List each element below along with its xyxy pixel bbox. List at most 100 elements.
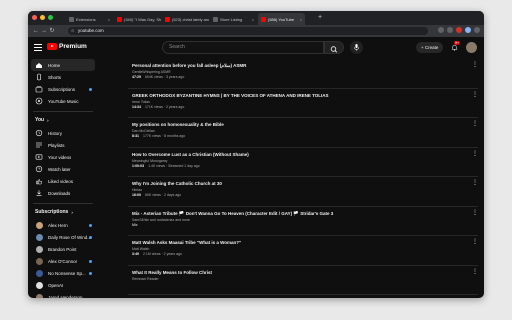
browser-tab[interactable]: (586) YouTube ×	[258, 13, 305, 25]
channel-name[interactable]: Remnant Reader	[132, 277, 474, 282]
video-title[interactable]: What It Really Means to Follow Christ	[132, 270, 457, 276]
channel-name: Alex O'Connor	[48, 258, 78, 264]
video-title[interactable]: GREEK ORTHODOX BYZANTINE HYMNS | BY THE …	[132, 93, 457, 99]
more-options-icon[interactable]: ⋮	[472, 239, 478, 245]
video-row[interactable]: Mix - Asterian Tribute 🏳️ Don't Wanna Go…	[128, 207, 478, 236]
video-row[interactable]: GREEK ORTHODOX BYZANTINE HYMNS | BY THE …	[128, 89, 478, 118]
video-title[interactable]: My positions on homosexuality & the Bibl…	[132, 122, 457, 128]
sidebar-item-label: Watch later	[48, 166, 71, 172]
tab-favicon-icon	[69, 16, 74, 22]
channel-name: Alex Hern	[48, 222, 68, 228]
subscription-channel-item[interactable]: Alex Hern	[31, 219, 95, 231]
video-meta: 16:00 60K views · 2 days ago	[132, 193, 474, 198]
tab-close-icon[interactable]: ×	[106, 17, 110, 22]
url-field[interactable]: ⊙ youtube.com	[68, 27, 428, 35]
view-count: 177K views	[143, 134, 161, 138]
extension-icon[interactable]	[456, 27, 462, 33]
more-options-icon[interactable]: ⋮	[472, 121, 478, 127]
more-options-icon[interactable]: ⋮	[472, 62, 478, 68]
account-avatar[interactable]	[466, 42, 477, 53]
search-input[interactable]: Search	[162, 41, 324, 54]
sidebar-item-label: Home	[48, 62, 61, 68]
sidebar-item-home[interactable]: Home	[31, 59, 95, 71]
video-title[interactable]: Personal attention before you fall aslee…	[132, 63, 457, 69]
new-tab-button[interactable]: +	[318, 14, 322, 22]
forward-icon[interactable]: →	[40, 25, 48, 37]
subscriptions-section-heading[interactable]: Subscriptions ›	[35, 208, 91, 216]
zoom-window-button[interactable]	[48, 15, 53, 20]
sidebar-item-subscriptions[interactable]: Subscriptions	[31, 83, 95, 95]
back-icon[interactable]: ←	[32, 25, 40, 37]
downloads-icon	[34, 188, 44, 198]
close-window-button[interactable]	[32, 15, 37, 20]
notifications-icon[interactable]	[451, 44, 458, 51]
more-options-icon[interactable]: ⋮	[472, 92, 478, 98]
subscription-channel-item[interactable]: OpenAI	[31, 279, 95, 291]
tab-close-icon[interactable]: ×	[298, 17, 302, 22]
channel-name: Brandon Point	[48, 246, 77, 252]
search-button[interactable]	[324, 41, 344, 54]
video-row[interactable]: How to Overcome Lust as a Christian (Wit…	[128, 148, 478, 177]
browser-tab[interactable]: (523) christ lately and gay rite...×	[162, 13, 209, 25]
youtube-header: Premium Search + Create 9+	[28, 37, 484, 59]
voice-search-button[interactable]	[350, 41, 363, 54]
browser-tab[interactable]: (340) "I Was Gay, She Was T...×	[114, 13, 161, 25]
subscription-channel-item[interactable]: Alex O'Connor	[31, 255, 95, 267]
video-duration: 8:31	[132, 134, 140, 138]
subscription-channel-item[interactable]: Brandon Point	[31, 243, 95, 255]
subscription-channel-item[interactable]: Jared Henderson	[31, 291, 95, 298]
tab-title: Extensions	[76, 16, 96, 22]
sidebar-item-playlists[interactable]: Playlists	[31, 139, 95, 151]
minimize-window-button[interactable]	[40, 15, 45, 20]
subscriptions-icon	[34, 84, 44, 94]
browser-menu-icon[interactable]	[474, 27, 480, 33]
sidebar-item-liked-videos[interactable]: Liked videos	[31, 175, 95, 187]
channel-avatar-image	[35, 245, 43, 253]
channel-avatar	[34, 292, 44, 298]
video-title[interactable]: How to Overcome Lust as a Christian (Wit…	[132, 152, 457, 158]
sidebar: Home Shorts Subscriptions YouTube Music You…	[28, 59, 98, 298]
video-row[interactable]: Matt Walsh Asks Maasai Tribe "What is a …	[128, 236, 478, 266]
create-button[interactable]: + Create	[416, 42, 444, 53]
video-row[interactable]: My positions on homosexuality & the Bibl…	[128, 118, 478, 148]
upload-age: 8 months ago	[164, 134, 186, 138]
tab-close-icon[interactable]: ×	[250, 17, 254, 22]
hamburger-menu-icon[interactable]	[34, 44, 42, 51]
sidebar-item-label: YouTube Music	[48, 98, 79, 104]
extension-icon[interactable]	[438, 27, 444, 33]
video-row[interactable]: Personal attention before you fall aslee…	[128, 59, 478, 89]
liked-videos-icon	[34, 176, 44, 186]
more-options-icon[interactable]: ⋮	[472, 269, 478, 275]
chevron-right-icon: ›	[71, 209, 73, 215]
more-options-icon[interactable]: ⋮	[472, 151, 478, 157]
sidebar-item-downloads[interactable]: Downloads	[31, 187, 95, 199]
sidebar-item-shorts[interactable]: Shorts	[31, 71, 95, 83]
more-options-icon[interactable]: ⋮	[472, 180, 478, 186]
reload-icon[interactable]: ↻	[48, 25, 56, 37]
video-row[interactable]: Why I'm Joining the Catholic Church at 3…	[128, 177, 478, 207]
upload-age: 2 years ago	[163, 252, 182, 256]
you-section-heading[interactable]: You ›	[35, 116, 91, 124]
youtube-premium-logo[interactable]: Premium	[47, 43, 87, 50]
video-row[interactable]: What It Really Means to Follow Christ Rem…	[128, 266, 478, 295]
sidebar-item-label: Subscriptions	[48, 86, 76, 92]
video-title[interactable]: Why I'm Joining the Catholic Church at 3…	[132, 181, 457, 187]
sidebar-item-history[interactable]: History	[31, 127, 95, 139]
profile-icon[interactable]	[465, 27, 471, 33]
video-duration: 1:00:03	[132, 163, 145, 168]
browser-tab[interactable]: Extensions ×	[66, 13, 113, 25]
view-count: 604K views	[144, 75, 163, 79]
subscription-channel-item[interactable]: Daily Rose Of Wind...	[31, 231, 95, 243]
video-title[interactable]: Matt Walsh Asks Maasai Tribe "What is a …	[132, 240, 457, 246]
more-options-icon[interactable]: ⋮	[472, 210, 478, 216]
sidebar-item-your-videos[interactable]: Your videos	[31, 151, 95, 163]
sidebar-item-watch-later[interactable]: Watch later	[31, 163, 95, 175]
video-title[interactable]: Mix - Asterian Tribute 🏳️ Don't Wanna Go…	[132, 211, 457, 217]
sidebar-item-youtube-music[interactable]: YouTube Music	[31, 95, 95, 107]
subscription-channel-item[interactable]: No Nonsense Sp...	[31, 267, 95, 279]
channel-avatar	[34, 268, 44, 278]
browser-tab[interactable]: Store Listing ×	[210, 13, 257, 25]
site-info-icon[interactable]: ⊙	[71, 27, 74, 35]
extension-icon[interactable]	[447, 27, 453, 33]
channel-name: Jared Henderson	[48, 294, 83, 299]
